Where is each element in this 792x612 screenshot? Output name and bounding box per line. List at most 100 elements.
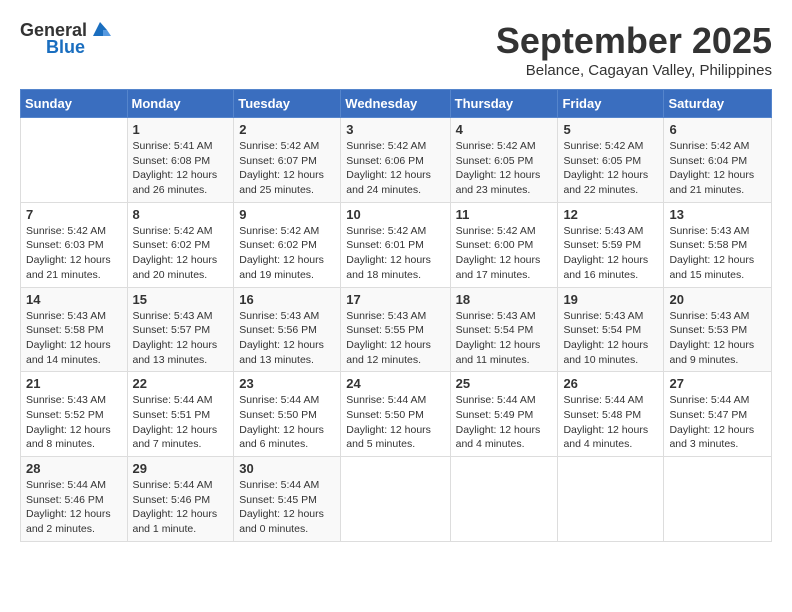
- logo: General Blue: [20, 20, 111, 58]
- calendar-cell: 7 Sunrise: 5:42 AM Sunset: 6:03 PM Daylig…: [21, 202, 128, 287]
- day-header-saturday: Saturday: [664, 90, 772, 118]
- title-section: September 2025 Belance, Cagayan Valley, …: [496, 20, 772, 79]
- day-info: Sunrise: 5:44 AM Sunset: 5:50 PM Dayligh…: [239, 393, 335, 452]
- calendar-cell: 9 Sunrise: 5:42 AM Sunset: 6:02 PM Daylig…: [234, 202, 341, 287]
- day-number: 22: [133, 376, 229, 391]
- day-number: 17: [346, 292, 444, 307]
- day-number: 30: [239, 461, 335, 476]
- logo-blue: Blue: [46, 37, 85, 58]
- calendar-cell: 26Sunrise: 5:44 AM Sunset: 5:48 PM Dayli…: [558, 372, 664, 457]
- calendar-cell: 22 Sunrise: 5:44 AM Sunset: 5:51 PM Dayli…: [127, 372, 234, 457]
- calendar-cell: 4 Sunrise: 5:42 AM Sunset: 6:05 PM Daylig…: [450, 118, 558, 203]
- calendar-cell: 17 Sunrise: 5:43 AM Sunset: 5:55 PM Dayli…: [341, 287, 450, 372]
- day-info: Sunrise: 5:44 AM Sunset: 5:47 PM Dayligh…: [669, 393, 766, 452]
- day-number: 23: [239, 376, 335, 391]
- day-number: 4: [456, 122, 553, 137]
- calendar-cell: 27 Sunrise: 5:44 AM Sunset: 5:47 PM Dayli…: [664, 372, 772, 457]
- day-number: 20: [669, 292, 766, 307]
- calendar-cell: [21, 118, 128, 203]
- day-number: 7: [26, 207, 122, 222]
- day-info: Sunrise: 5:43 AM Sunset: 5:52 PM Dayligh…: [26, 393, 122, 452]
- day-info: Sunrise: 5:44 AM Sunset: 5:45 PM Dayligh…: [239, 478, 335, 537]
- day-info: Sunrise: 5:42 AM Sunset: 6:06 PM Dayligh…: [346, 139, 444, 198]
- day-number: 19: [563, 292, 658, 307]
- calendar-cell: 15 Sunrise: 5:43 AM Sunset: 5:57 PM Dayli…: [127, 287, 234, 372]
- day-info: Sunrise: 5:42 AM Sunset: 6:01 PM Dayligh…: [346, 224, 444, 283]
- day-header-wednesday: Wednesday: [341, 90, 450, 118]
- day-info: Sunrise: 5:43 AM Sunset: 5:57 PM Dayligh…: [133, 309, 229, 368]
- day-info: Sunrise: 5:43 AM Sunset: 5:58 PM Dayligh…: [26, 309, 122, 368]
- day-header-thursday: Thursday: [450, 90, 558, 118]
- calendar-cell: 8Sunrise: 5:42 AM Sunset: 6:02 PM Daylig…: [127, 202, 234, 287]
- calendar-week-row: 28 Sunrise: 5:44 AM Sunset: 5:46 PM Dayli…: [21, 457, 772, 542]
- day-number: 5: [563, 122, 658, 137]
- day-number: 9: [239, 207, 335, 222]
- day-info: Sunrise: 5:42 AM Sunset: 6:02 PM Dayligh…: [239, 224, 335, 283]
- day-info: Sunrise: 5:44 AM Sunset: 5:51 PM Dayligh…: [133, 393, 229, 452]
- calendar-cell: 5Sunrise: 5:42 AM Sunset: 6:05 PM Daylig…: [558, 118, 664, 203]
- day-number: 21: [26, 376, 122, 391]
- day-info: Sunrise: 5:43 AM Sunset: 5:53 PM Dayligh…: [669, 309, 766, 368]
- day-number: 6: [669, 122, 766, 137]
- header: General Blue September 2025 Belance, Cag…: [20, 20, 772, 79]
- day-number: 10: [346, 207, 444, 222]
- day-info: Sunrise: 5:41 AM Sunset: 6:08 PM Dayligh…: [133, 139, 229, 198]
- calendar-cell: 2 Sunrise: 5:42 AM Sunset: 6:07 PM Daylig…: [234, 118, 341, 203]
- day-info: Sunrise: 5:42 AM Sunset: 6:04 PM Dayligh…: [669, 139, 766, 198]
- day-number: 29: [133, 461, 229, 476]
- subtitle: Belance, Cagayan Valley, Philippines: [496, 62, 772, 79]
- calendar-cell: 10 Sunrise: 5:42 AM Sunset: 6:01 PM Dayli…: [341, 202, 450, 287]
- day-info: Sunrise: 5:44 AM Sunset: 5:49 PM Dayligh…: [456, 393, 553, 452]
- month-title: September 2025: [496, 20, 772, 62]
- day-number: 13: [669, 207, 766, 222]
- day-info: Sunrise: 5:42 AM Sunset: 6:07 PM Dayligh…: [239, 139, 335, 198]
- calendar-cell: 11 Sunrise: 5:42 AM Sunset: 6:00 PM Dayli…: [450, 202, 558, 287]
- day-number: 1: [133, 122, 229, 137]
- day-info: Sunrise: 5:42 AM Sunset: 6:00 PM Dayligh…: [456, 224, 553, 283]
- calendar-cell: 18 Sunrise: 5:43 AM Sunset: 5:54 PM Dayli…: [450, 287, 558, 372]
- calendar-week-row: 21 Sunrise: 5:43 AM Sunset: 5:52 PM Dayli…: [21, 372, 772, 457]
- day-number: 16: [239, 292, 335, 307]
- day-number: 8: [133, 207, 229, 222]
- calendar-cell: 30 Sunrise: 5:44 AM Sunset: 5:45 PM Dayli…: [234, 457, 341, 542]
- day-number: 28: [26, 461, 122, 476]
- calendar-week-row: 14 Sunrise: 5:43 AM Sunset: 5:58 PM Dayli…: [21, 287, 772, 372]
- day-number: 11: [456, 207, 553, 222]
- day-number: 3: [346, 122, 444, 137]
- logo-icon: [89, 18, 111, 40]
- day-header-sunday: Sunday: [21, 90, 128, 118]
- calendar-cell: 23 Sunrise: 5:44 AM Sunset: 5:50 PM Dayli…: [234, 372, 341, 457]
- day-number: 14: [26, 292, 122, 307]
- day-info: Sunrise: 5:42 AM Sunset: 6:03 PM Dayligh…: [26, 224, 122, 283]
- day-info: Sunrise: 5:43 AM Sunset: 5:59 PM Dayligh…: [563, 224, 658, 283]
- calendar-cell: [664, 457, 772, 542]
- calendar-cell: 12 Sunrise: 5:43 AM Sunset: 5:59 PM Dayli…: [558, 202, 664, 287]
- day-number: 2: [239, 122, 335, 137]
- day-info: Sunrise: 5:44 AM Sunset: 5:46 PM Dayligh…: [133, 478, 229, 537]
- day-header-tuesday: Tuesday: [234, 90, 341, 118]
- calendar-cell: 21 Sunrise: 5:43 AM Sunset: 5:52 PM Dayli…: [21, 372, 128, 457]
- calendar-week-row: 7 Sunrise: 5:42 AM Sunset: 6:03 PM Daylig…: [21, 202, 772, 287]
- day-info: Sunrise: 5:43 AM Sunset: 5:55 PM Dayligh…: [346, 309, 444, 368]
- calendar-week-row: 1 Sunrise: 5:41 AM Sunset: 6:08 PM Daylig…: [21, 118, 772, 203]
- calendar-cell: 24Sunrise: 5:44 AM Sunset: 5:50 PM Dayli…: [341, 372, 450, 457]
- calendar-table: SundayMondayTuesdayWednesdayThursdayFrid…: [20, 89, 772, 542]
- day-info: Sunrise: 5:42 AM Sunset: 6:05 PM Dayligh…: [456, 139, 553, 198]
- day-number: 18: [456, 292, 553, 307]
- calendar-cell: 14 Sunrise: 5:43 AM Sunset: 5:58 PM Dayli…: [21, 287, 128, 372]
- day-number: 24: [346, 376, 444, 391]
- day-number: 15: [133, 292, 229, 307]
- calendar-cell: 20 Sunrise: 5:43 AM Sunset: 5:53 PM Dayli…: [664, 287, 772, 372]
- day-info: Sunrise: 5:44 AM Sunset: 5:46 PM Dayligh…: [26, 478, 122, 537]
- day-info: Sunrise: 5:43 AM Sunset: 5:54 PM Dayligh…: [563, 309, 658, 368]
- day-info: Sunrise: 5:43 AM Sunset: 5:54 PM Dayligh…: [456, 309, 553, 368]
- calendar-cell: 25Sunrise: 5:44 AM Sunset: 5:49 PM Dayli…: [450, 372, 558, 457]
- calendar-cell: 19 Sunrise: 5:43 AM Sunset: 5:54 PM Dayli…: [558, 287, 664, 372]
- calendar-cell: 28 Sunrise: 5:44 AM Sunset: 5:46 PM Dayli…: [21, 457, 128, 542]
- calendar-cell: 16Sunrise: 5:43 AM Sunset: 5:56 PM Dayli…: [234, 287, 341, 372]
- day-header-friday: Friday: [558, 90, 664, 118]
- calendar-cell: 6 Sunrise: 5:42 AM Sunset: 6:04 PM Daylig…: [664, 118, 772, 203]
- day-info: Sunrise: 5:44 AM Sunset: 5:48 PM Dayligh…: [563, 393, 658, 452]
- day-number: 12: [563, 207, 658, 222]
- day-number: 27: [669, 376, 766, 391]
